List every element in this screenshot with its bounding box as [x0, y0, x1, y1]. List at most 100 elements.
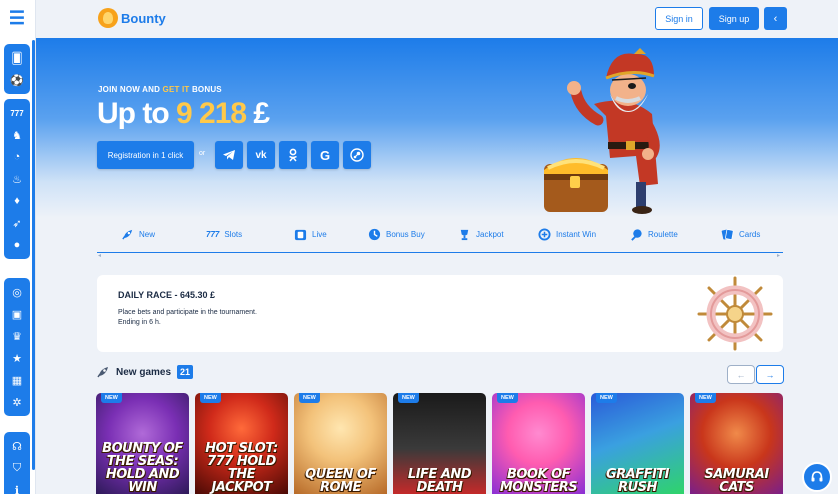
slots-777-icon[interactable]: 777 [4, 102, 30, 124]
rocket-icon [97, 367, 108, 378]
tab-new[interactable]: New [121, 222, 155, 246]
game-card[interactable]: NEW SAMURAI CATS [690, 393, 783, 494]
hero-kicker: JOIN NOW AND GET IT BONUS [98, 85, 222, 94]
vk-icon[interactable]: vk [247, 141, 275, 169]
present-icon[interactable]: ▦ [4, 369, 30, 391]
fire-icon[interactable]: ♨ [4, 168, 30, 190]
hamburger-menu-button[interactable]: ☰ [4, 6, 30, 30]
poker-chip-icon[interactable]: ◎ [4, 281, 30, 303]
odnoklassniki-icon[interactable] [279, 141, 307, 169]
roulette-icon [631, 228, 642, 241]
shield-icon[interactable]: ⛉ [4, 457, 30, 479]
tab-label: New [139, 229, 156, 239]
telegram-icon[interactable] [215, 141, 243, 169]
arrow-left-icon[interactable]: ← [727, 365, 755, 384]
game-card[interactable]: NEW QUEEN OF ROME [294, 393, 387, 494]
game-card[interactable]: NEW BOOK OF MONSTERS [492, 393, 585, 494]
cards-icon[interactable]: 🂠 [4, 47, 30, 69]
category-tabs: New 777 Slots Live Bonus Buy Jackpot Ins… [97, 222, 783, 246]
headset-icon [811, 471, 823, 482]
brand-logo[interactable]: Bounty [98, 8, 166, 28]
new-badge: NEW [596, 393, 617, 403]
sidebar-group-support: ☊ ⛉ ℹ [4, 432, 30, 494]
sign-up-button[interactable]: Sign up [709, 7, 759, 30]
tab-cards[interactable]: Cards [721, 222, 760, 246]
sidebar-group-casino: 777 ♞ ◔ ♨ ♦ ➶ ● [4, 99, 30, 259]
game-title: HOT SLOT: 777 HOLD THE JACKPOT [205, 441, 278, 494]
live-icon [294, 229, 307, 240]
gift-icon[interactable]: ▣ [4, 303, 30, 325]
tab-bonus-buy[interactable]: Bonus Buy [368, 222, 425, 246]
game-title: GRAFFITI RUSH [605, 467, 670, 494]
headset-icon[interactable]: ☊ [4, 435, 30, 457]
trophy-icon[interactable]: ♛ [4, 325, 30, 347]
tab-slots[interactable]: 777 Slots [206, 222, 242, 246]
tab-label: Live [312, 229, 327, 239]
sidebar-scrollbar[interactable] [32, 40, 35, 470]
bonus-buy-icon[interactable]: ◔ [4, 146, 30, 168]
ship-wheel-illustration [697, 276, 773, 351]
google-icon[interactable]: G [311, 141, 339, 169]
sign-in-button[interactable]: Sign in [655, 7, 703, 30]
rocket-icon[interactable]: ➶ [4, 212, 30, 234]
race-ending-text: Ending in 6 h. [118, 318, 161, 326]
drop-icon[interactable]: ♦ [4, 190, 30, 212]
tab-live[interactable]: Live [294, 222, 327, 246]
tab-roulette[interactable]: Roulette [630, 222, 678, 246]
star-icon[interactable]: ★ [4, 347, 30, 369]
new-badge: NEW [200, 393, 221, 403]
support-chat-button[interactable] [802, 462, 832, 492]
tab-jackpot[interactable]: Jackpot [458, 222, 504, 246]
chevron-left-icon[interactable]: ‹ [764, 7, 787, 30]
game-card[interactable]: NEW LIFE AND DEATH [393, 393, 486, 494]
soccer-ball-icon[interactable]: ⚽ [4, 69, 30, 91]
wheel-icon[interactable]: ✲ [4, 391, 30, 413]
game-title: SAMURAI CATS [704, 467, 769, 494]
tab-label: Roulette [648, 229, 678, 239]
kicker-part: BONUS [189, 85, 222, 94]
game-card[interactable]: NEW GRAFFITI RUSH [591, 393, 684, 494]
live-icon[interactable]: ♞ [4, 124, 30, 146]
pirate-mascot-illustration [544, 48, 660, 214]
game-card[interactable]: NEW HOT SLOT: 777 HOLD THE JACKPOT [195, 393, 288, 494]
new-badge: NEW [497, 393, 518, 403]
register-one-click-button[interactable]: Registration in 1 click [97, 141, 194, 169]
scroll-right-icon[interactable]: ▸ [777, 252, 780, 259]
tab-label: Slots [224, 229, 243, 239]
new-badge: NEW [398, 393, 419, 403]
bomb-icon[interactable]: ● [4, 234, 30, 256]
slots-777-icon: 777 [206, 229, 220, 239]
new-games-title: New games [116, 366, 172, 378]
tab-label: Bonus Buy [386, 229, 425, 239]
kicker-accent: GET IT [162, 85, 190, 94]
game-title: QUEEN OF ROME [305, 467, 376, 494]
game-card[interactable]: NEW BOUNTY OF THE SEAS: HOLD AND WIN [96, 393, 189, 494]
kicker-part: JOIN NOW AND [98, 85, 163, 94]
category-scrollbar[interactable] [97, 252, 783, 253]
scroll-left-icon[interactable]: ◂ [98, 252, 101, 259]
hero-banner: JOIN NOW AND GET IT BONUS Up to 9 218 £ … [36, 38, 838, 218]
amount-value: 9 218 [175, 97, 247, 130]
sidebar-group-sports: 🂠 ⚽ [4, 44, 30, 94]
sidebar: ☰ 🂠 ⚽ 777 ♞ ◔ ♨ ♦ ➶ ● ◎ ▣ ♛ ★ ▦ ✲ ☊ ⛉ ℹ [0, 0, 36, 494]
instant-win-icon [538, 227, 551, 241]
bonus-buy-icon [368, 228, 381, 240]
amount-currency: £ [246, 97, 270, 130]
hero-bonus-amount: Up to 9 218 £ [97, 97, 270, 131]
new-badge: NEW [299, 393, 320, 403]
trophy-icon [460, 229, 469, 240]
arrow-right-icon[interactable]: → [756, 365, 784, 384]
new-games-header: New games 21 [96, 365, 194, 379]
or-label: or [199, 150, 206, 157]
game-title: LIFE AND DEATH [407, 467, 472, 494]
tab-label: Cards [739, 229, 761, 239]
new-games-carousel: NEW BOUNTY OF THE SEAS: HOLD AND WIN NEW… [96, 393, 784, 494]
daily-race-card[interactable]: DAILY RACE - 645.30 £ Place bets and par… [97, 275, 783, 352]
tab-label: Jackpot [476, 229, 504, 239]
info-icon[interactable]: ℹ [4, 479, 30, 494]
race-title: DAILY RACE - 645.30 £ [118, 290, 216, 300]
rocket-icon [122, 229, 133, 240]
tab-label: Instant Win [556, 229, 597, 239]
steam-icon[interactable] [343, 141, 371, 169]
tab-instant-win[interactable]: Instant Win [538, 222, 596, 246]
